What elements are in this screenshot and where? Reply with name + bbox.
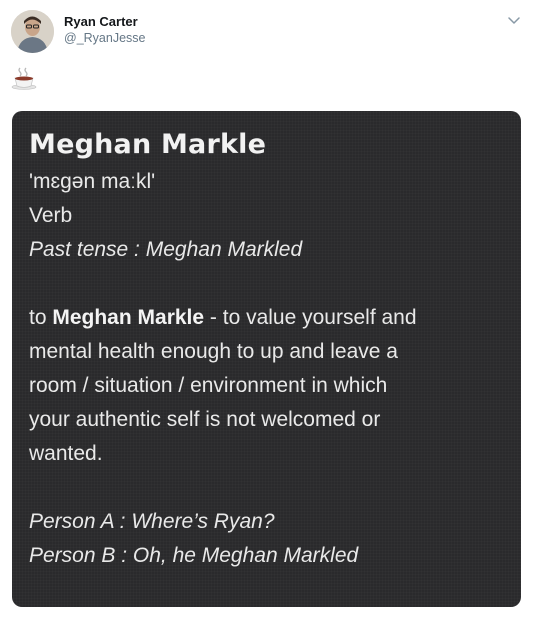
past-tense: Past tense : Meghan Markled — [29, 238, 303, 261]
definition-line-2: mental health enough to up and leave a — [29, 340, 398, 363]
definition-line-1: to Meghan Markle - to value yourself and — [29, 301, 511, 335]
example-person-a: Person A : Where’s Ryan? — [29, 510, 275, 533]
tweet: Ryan Carter @_RyanJesse Meghan Markle 'm… — [0, 0, 534, 618]
hot-beverage-emoji — [11, 66, 37, 90]
definition-line-4: your authentic self is not welcomed or — [29, 408, 381, 431]
word-title: Meghan Markle — [29, 129, 267, 160]
definition-line-5: wanted. — [29, 442, 103, 465]
example-person-b: Person B : Oh, he Meghan Markled — [29, 544, 359, 567]
definition-line-1-rest: - to value yourself and — [204, 306, 417, 329]
definition-line-3: room / situation / environment in which — [29, 374, 388, 397]
avatar-image — [11, 10, 54, 53]
display-name[interactable]: Ryan Carter — [64, 13, 145, 30]
user-block: Ryan Carter @_RyanJesse — [64, 13, 145, 47]
definition-text: Meghan Markle 'mɛgən maːkl' Verb Past te… — [29, 125, 511, 573]
part-of-speech: Verb — [29, 204, 73, 227]
definition-card[interactable]: Meghan Markle 'mɛgən maːkl' Verb Past te… — [12, 111, 521, 607]
pronunciation: 'mɛgən maːkl' — [29, 170, 156, 193]
chevron-down-icon[interactable] — [506, 12, 522, 28]
user-handle[interactable]: @_RyanJesse — [64, 30, 145, 47]
definition-prefix: to — [29, 306, 53, 329]
definition-term: Meghan Markle — [52, 306, 205, 329]
avatar[interactable] — [11, 10, 54, 53]
